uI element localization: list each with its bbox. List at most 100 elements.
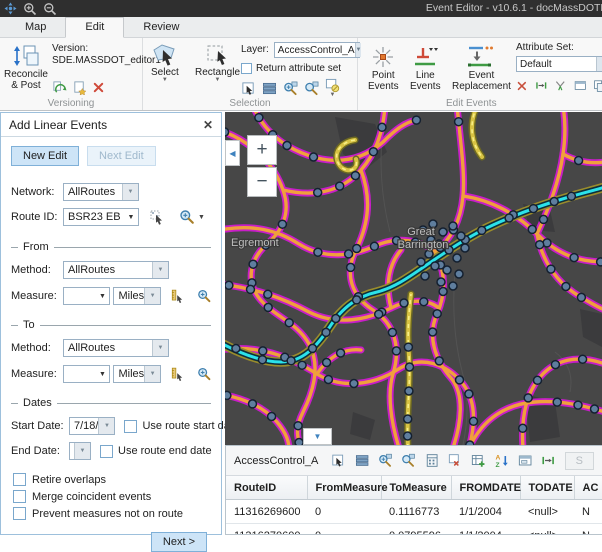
line-events-button[interactable]: Line Events (410, 44, 441, 92)
clear-table-selection-icon[interactable] (448, 453, 462, 468)
route-id-combo[interactable]: BSR23 EB ▼ (63, 208, 139, 226)
to-measure-combo[interactable]: ▼ (63, 365, 110, 383)
table-pan-selection-icon[interactable] (401, 453, 415, 468)
route-id-combo-arrow[interactable]: ▼ (124, 214, 138, 221)
save-button[interactable]: S (565, 452, 594, 470)
from-method-select-arrow[interactable]: ▼ (152, 262, 168, 278)
split-event-icon[interactable] (516, 79, 528, 93)
next-edit-button[interactable]: Next Edit (87, 146, 156, 166)
table-measure-icon[interactable] (541, 453, 555, 468)
from-measure-combo[interactable]: ▼ (63, 287, 110, 305)
col-ac[interactable]: AC (574, 476, 602, 500)
col-routeid[interactable]: RouteID (226, 476, 307, 500)
table-row[interactable]: 11316269600 0 0.1116773 1/1/2004 <null> … (226, 500, 602, 524)
dates-legend: Dates (23, 397, 52, 409)
from-method-label: Method: (11, 264, 63, 276)
from-unit-select[interactable]: Miles ▼ (113, 287, 161, 305)
to-measure-zoom-icon[interactable] (197, 366, 211, 382)
zoom-out-icon[interactable] (43, 2, 57, 16)
prevent-measures-checkbox[interactable] (13, 507, 26, 520)
attribute-set-select[interactable]: Default ▼ (516, 56, 602, 72)
map-canvas[interactable]: Egremont Great Barrington (225, 112, 602, 445)
rectangle-button[interactable]: Rectangle ▼ (195, 43, 240, 83)
reconcile-post-icon (13, 43, 39, 69)
use-route-start-date-checkbox[interactable] (124, 420, 137, 433)
tab-edit[interactable]: Edit (65, 17, 124, 38)
start-date-input[interactable]: 7/18/ ▼ (69, 417, 115, 435)
from-measure-on-map-icon[interactable] (170, 288, 184, 304)
network-select[interactable]: AllRoutes ▼ (63, 183, 139, 201)
copy-events-icon[interactable] (593, 78, 602, 93)
add-record-icon[interactable] (471, 453, 485, 468)
return-attribute-set-checkbox[interactable] (241, 63, 252, 74)
sort-az-icon[interactable]: A Z (495, 453, 509, 468)
select-dropdown-arrow[interactable]: ▼ (162, 78, 168, 83)
from-method-select[interactable]: AllRoutes ▼ (63, 261, 169, 279)
to-method-select-arrow[interactable]: ▼ (152, 340, 168, 356)
col-fromdate[interactable]: FROMDATE (451, 476, 520, 500)
select-route-on-map-icon[interactable] (149, 209, 165, 225)
collapse-panel-left-tab[interactable]: ◀ (225, 140, 240, 166)
select-rows-icon[interactable] (262, 81, 277, 96)
merge-events-icon[interactable] (535, 78, 548, 93)
clear-selection-icon (325, 78, 340, 93)
use-route-end-date-label: Use route end date (118, 445, 212, 457)
start-date-arrow[interactable]: ▼ (98, 418, 114, 434)
col-frommeasure[interactable]: FromMeasure (307, 476, 381, 500)
col-tomeasure[interactable]: ToMeasure (381, 476, 451, 500)
retire-overlaps-checkbox[interactable] (13, 473, 26, 486)
close-icon[interactable]: ✕ (203, 118, 213, 132)
map-zoom-out-button[interactable]: − (247, 167, 277, 197)
group-label-edit-events: Edit Events (358, 98, 602, 109)
route-zoom-dropdown-arrow[interactable]: ▼ (198, 215, 205, 220)
from-measure-zoom-icon[interactable] (197, 288, 211, 304)
layer-label: Layer: (241, 44, 269, 56)
pan-icon[interactable] (4, 2, 17, 15)
clear-selection-button[interactable]: ▼ (325, 78, 340, 98)
to-method-select[interactable]: AllRoutes ▼ (63, 339, 169, 357)
table-zoom-selection-icon[interactable] (378, 453, 392, 468)
to-measure-combo-arrow[interactable]: ▼ (95, 371, 109, 378)
zoom-to-selection-icon[interactable] (283, 81, 298, 96)
from-measure-combo-arrow[interactable]: ▼ (95, 293, 109, 300)
end-date-arrow[interactable]: ▼ (74, 443, 90, 459)
tab-map[interactable]: Map (6, 18, 65, 37)
layer-select[interactable]: AccessControl_A ▼ (274, 42, 360, 58)
zoom-in-icon[interactable] (23, 2, 37, 16)
col-todate[interactable]: TODATE (520, 476, 574, 500)
merge-coincident-checkbox[interactable] (13, 490, 26, 503)
to-measure-on-map-icon[interactable] (170, 366, 184, 382)
new-version-icon[interactable] (72, 80, 87, 95)
table-select-icon[interactable] (331, 453, 345, 468)
group-label-versioning: Versioning (0, 98, 142, 109)
from-unit-select-arrow[interactable]: ▼ (144, 288, 160, 304)
trim-event-icon[interactable] (554, 78, 567, 93)
attribute-window-icon[interactable] (518, 453, 532, 468)
map-zoom-in-button[interactable]: + (247, 135, 277, 165)
collapse-table-down-tab[interactable]: ▼ (303, 428, 332, 445)
event-attributes-window-icon[interactable] (574, 78, 587, 93)
select-by-shape-icon[interactable] (241, 81, 256, 96)
select-button[interactable]: Select ▼ (151, 43, 179, 83)
table-row[interactable]: 11316270600 0 0.0795596 1/1/2004 <null> … (226, 524, 602, 536)
network-label: Network: (11, 186, 63, 198)
rectangle-dropdown-arrow[interactable]: ▼ (215, 78, 221, 83)
route-zoom-icon[interactable] (179, 209, 195, 225)
point-events-button[interactable]: Point Events (368, 44, 399, 92)
attribute-set-select-arrow[interactable]: ▼ (596, 57, 602, 71)
use-route-end-date-checkbox[interactable] (100, 445, 113, 458)
tab-review[interactable]: Review (124, 18, 198, 37)
to-unit-select-arrow[interactable]: ▼ (144, 366, 160, 382)
pan-to-selection-icon[interactable] (304, 81, 319, 96)
event-replacement-button[interactable]: Event Replacement (452, 44, 511, 92)
field-calculator-icon[interactable] (425, 453, 439, 468)
next-button[interactable]: Next > (151, 532, 207, 552)
table-show-selected-icon[interactable] (355, 453, 369, 468)
delete-version-icon[interactable] (92, 81, 105, 94)
new-edit-button[interactable]: New Edit (11, 146, 79, 166)
restore-version-icon[interactable] (52, 80, 67, 95)
end-date-input[interactable]: ▼ (69, 442, 91, 460)
to-unit-select[interactable]: Miles ▼ (113, 365, 161, 383)
network-select-arrow[interactable]: ▼ (122, 184, 138, 200)
reconcile-post-button[interactable]: Reconcile & Post (4, 43, 48, 91)
